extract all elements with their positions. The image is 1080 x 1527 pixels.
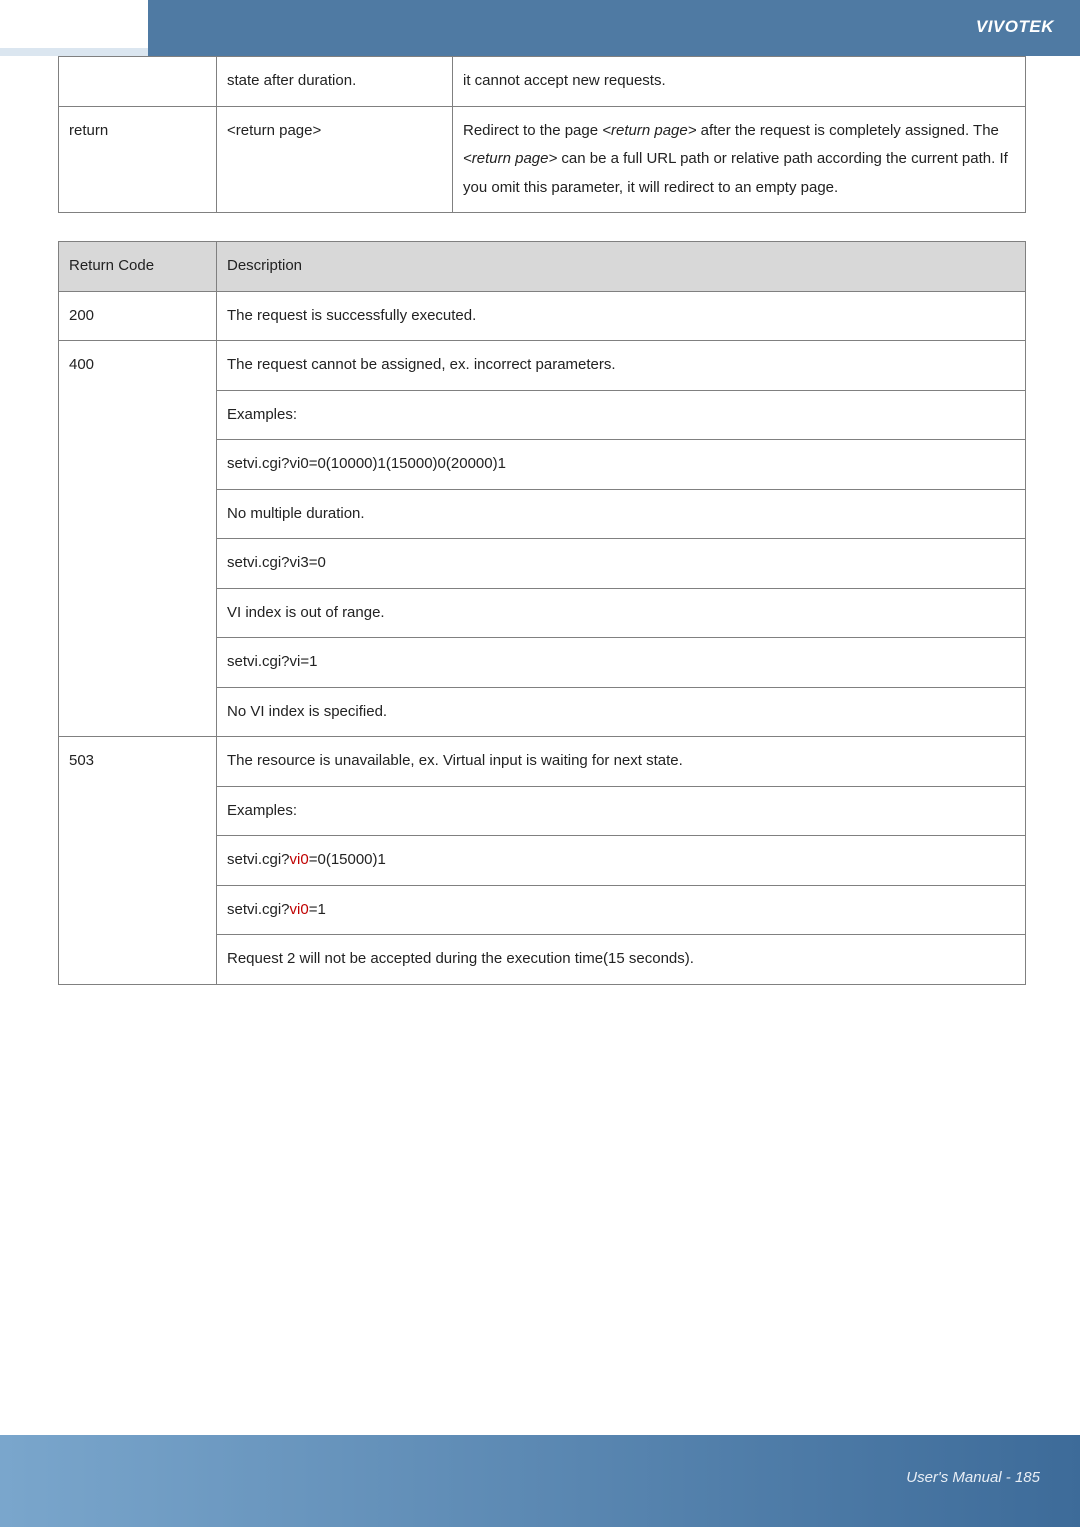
cell-desc: VI index is out of range. <box>217 588 1026 638</box>
cell-desc: The resource is unavailable, ex. Virtual… <box>217 737 1026 787</box>
cell-desc: Request 2 will not be accepted during th… <box>217 935 1026 985</box>
cell-param-name: return <box>59 106 217 213</box>
cell-code: 400 <box>59 341 217 737</box>
table-row: 400 The request cannot be assigned, ex. … <box>59 341 1026 391</box>
text: =0(15000)1 <box>309 851 386 868</box>
table-row: state after duration. it cannot accept n… <box>59 57 1026 107</box>
header-tab-stub <box>0 48 148 56</box>
footer: User's Manual - 185 <box>0 1435 1080 1527</box>
text-highlight: vi0 <box>290 901 309 918</box>
footer-bar: User's Manual - 185 <box>0 1435 1080 1527</box>
brand-label: VIVOTEK <box>976 17 1054 37</box>
header-band: VIVOTEK <box>0 0 1080 56</box>
cell-desc: The request is successfully executed. <box>217 291 1026 341</box>
parameters-table: state after duration. it cannot accept n… <box>58 56 1026 213</box>
cell-desc: setvi.cgi?vi3=0 <box>217 539 1026 589</box>
cell-desc: setvi.cgi?vi0=0(10000)1(15000)0(20000)1 <box>217 440 1026 490</box>
header-bar: VIVOTEK <box>148 0 1080 56</box>
col-return-code: Return Code <box>59 242 217 292</box>
cell-code: 200 <box>59 291 217 341</box>
text: setvi.cgi? <box>227 901 290 918</box>
cell-desc: No VI index is specified. <box>217 687 1026 737</box>
cell-desc: setvi.cgi?vi0=1 <box>217 885 1026 935</box>
page-content: state after duration. it cannot accept n… <box>0 56 1080 985</box>
cell-desc: Examples: <box>217 786 1026 836</box>
table-row: 503 The resource is unavailable, ex. Vir… <box>59 737 1026 787</box>
cell-desc: The request cannot be assigned, ex. inco… <box>217 341 1026 391</box>
cell-param-desc: Redirect to the page <return page> after… <box>453 106 1026 213</box>
text: =1 <box>309 901 326 918</box>
desc-text: after the request is completely assigned… <box>697 122 999 139</box>
cell-param-value: <return page> <box>217 106 453 213</box>
cell-param-value: state after duration. <box>217 57 453 107</box>
table-header-row: Return Code Description <box>59 242 1026 292</box>
text: setvi.cgi? <box>227 851 290 868</box>
footer-page-label: User's Manual - 185 <box>906 1469 1040 1486</box>
cell-code: 503 <box>59 737 217 985</box>
desc-text: Redirect to the page <box>463 122 602 139</box>
cell-param-desc: it cannot accept new requests. <box>453 57 1026 107</box>
cell-desc: setvi.cgi?vi=1 <box>217 638 1026 688</box>
cell-desc: No multiple duration. <box>217 489 1026 539</box>
desc-em: <return page> <box>602 122 696 139</box>
col-description: Description <box>217 242 1026 292</box>
table-row: 200 The request is successfully executed… <box>59 291 1026 341</box>
cell-desc: setvi.cgi?vi0=0(15000)1 <box>217 836 1026 886</box>
table-row: return <return page> Redirect to the pag… <box>59 106 1026 213</box>
return-codes-table: Return Code Description 200 The request … <box>58 241 1026 985</box>
cell-desc: Examples: <box>217 390 1026 440</box>
cell-param-name <box>59 57 217 107</box>
text-highlight: vi0 <box>290 851 309 868</box>
desc-em: <return page> <box>463 150 557 167</box>
